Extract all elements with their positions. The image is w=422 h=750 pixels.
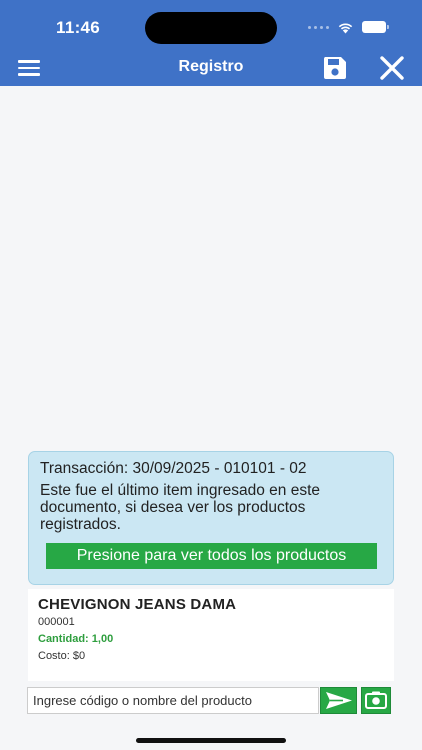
product-quantity: Cantidad: 1,00	[38, 633, 114, 645]
view-all-products-button[interactable]: Presione para ver todos los productos	[46, 543, 377, 569]
toolbar: Registro	[0, 50, 422, 86]
close-button[interactable]	[378, 55, 406, 81]
camera-icon	[365, 691, 387, 709]
last-item-info-box: Transacción: 30/09/2025 - 010101 - 02 Es…	[28, 451, 394, 585]
status-icons	[308, 20, 389, 34]
product-name: CHEVIGNON JEANS DAMA	[38, 596, 237, 613]
last-item-message: Este fue el último item ingresado en est…	[40, 482, 321, 533]
wifi-icon	[338, 22, 353, 33]
floppy-disk-icon	[323, 57, 346, 79]
home-indicator	[136, 738, 286, 743]
camera-button[interactable]	[361, 687, 391, 714]
save-button[interactable]	[322, 55, 348, 81]
status-bar: 11:46	[0, 0, 422, 54]
product-code: 000001	[38, 616, 75, 628]
dynamic-island	[145, 12, 277, 44]
app-header: 11:46 Registro	[0, 0, 422, 86]
signal-icon	[308, 25, 329, 29]
battery-icon	[362, 21, 389, 33]
product-cost: Costo: $0	[38, 650, 86, 662]
send-arrow-icon	[326, 692, 352, 709]
page-title: Registro	[178, 58, 244, 75]
close-icon	[380, 56, 404, 80]
send-button[interactable]	[320, 687, 357, 714]
product-card[interactable]: CHEVIGNON JEANS DAMA 000001 Cantidad: 1,…	[28, 589, 394, 681]
status-time: 11:46	[56, 18, 101, 37]
product-search-input[interactable]	[27, 687, 319, 714]
transaction-label: Transacción: 30/09/2025 - 010101 - 02	[40, 460, 307, 477]
